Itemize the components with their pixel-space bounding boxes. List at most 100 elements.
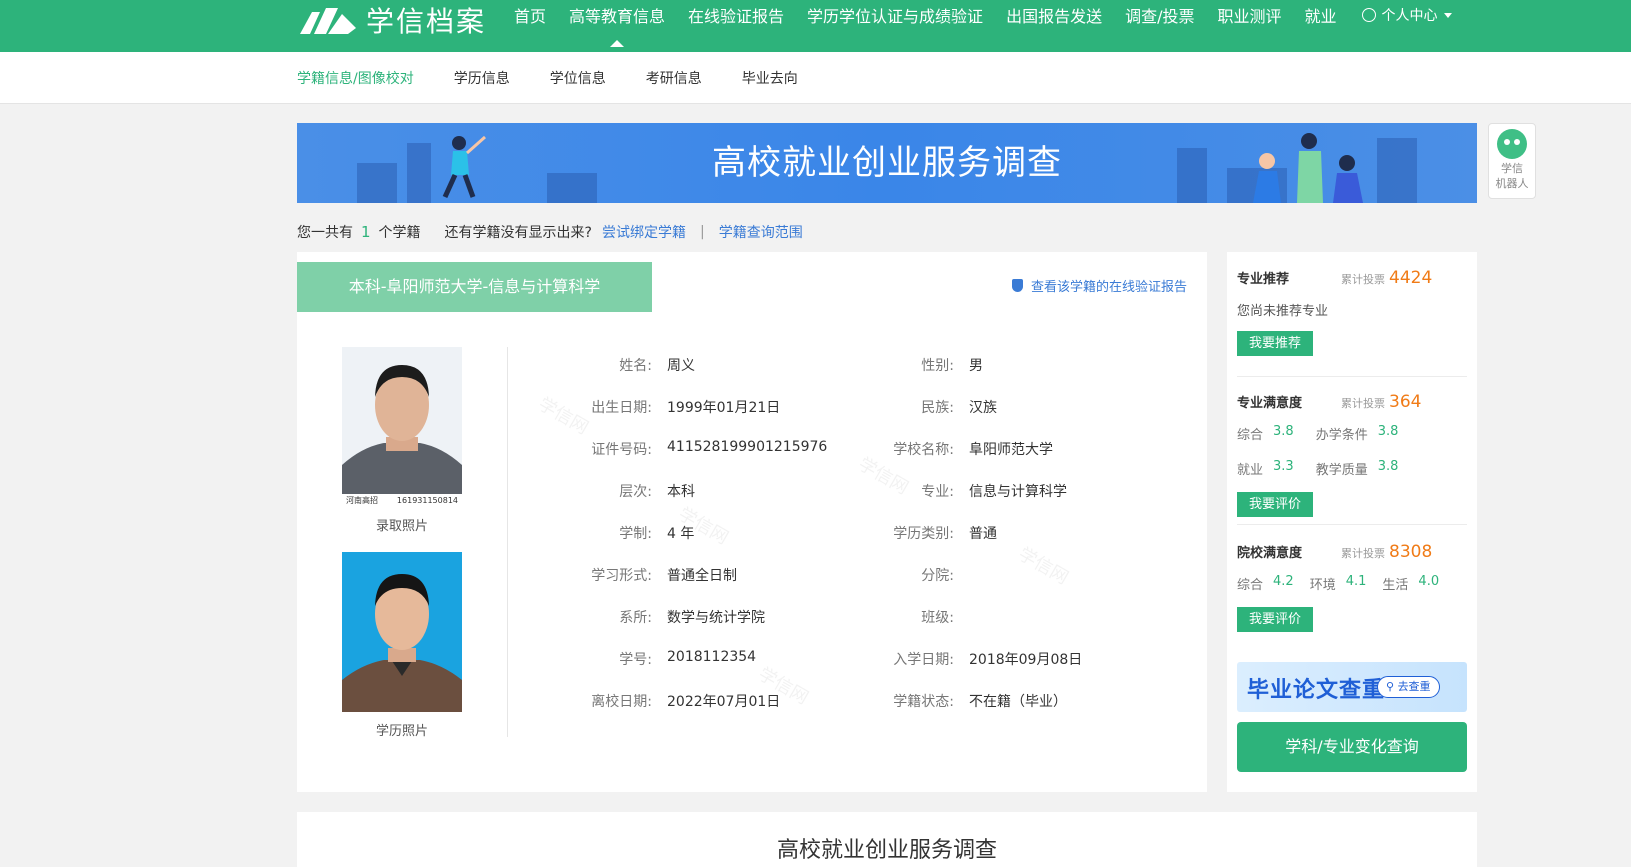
field-value-level: 本科 (667, 484, 695, 500)
link-separator: | (699, 224, 705, 240)
bind-record-link[interactable]: 尝试绑定学籍 (602, 222, 686, 242)
field-value-duration: 4 年 (667, 526, 695, 542)
school-satisfaction-section: 院校满意度 累计投票 8308 综合 4.2 环境 4.1 生活 4.0 我要评… (1237, 542, 1467, 632)
thesis-check-button-label: 去查重 (1397, 680, 1431, 693)
tab-education-info[interactable]: 学历信息 (454, 68, 510, 88)
field-label-level: 层次: (619, 484, 652, 500)
major-recommend-votes-label: 累计投票 (1341, 273, 1385, 286)
field-label-status: 学籍状态: (893, 694, 954, 710)
logo-icon (300, 8, 356, 34)
nav-home[interactable]: 首页 (514, 3, 546, 27)
person-photo-education (342, 552, 462, 712)
major-recommend-votes: 4424 (1389, 268, 1433, 288)
nav-overseas-report[interactable]: 出国报告发送 (1006, 3, 1102, 27)
school-satisfaction-votes-label: 累计投票 (1341, 547, 1385, 560)
survey-banner[interactable]: 高校就业创业服务调查 (297, 123, 1477, 203)
user-center-label: 个人中心 (1381, 8, 1438, 24)
search-icon: ⚲ (1386, 680, 1395, 693)
nav-degree-certification[interactable]: 学历学位认证与成绩验证 (807, 3, 983, 27)
nav-higher-education[interactable]: 高等教育信息 (569, 3, 665, 47)
shield-icon (1011, 279, 1023, 292)
thesis-check-banner[interactable]: 毕业论文查重 ⚲ 去查重 (1237, 662, 1467, 712)
school-tag[interactable]: 本科-阜阳师范大学-信息与计算科学 (297, 262, 652, 312)
top-navbar: 学信档案 首页 高等教育信息 在线验证报告 学历学位认证与成绩验证 出国报告发送… (0, 0, 1631, 52)
logo[interactable]: 学信档案 (298, 0, 486, 40)
rating-name: 综合 (1237, 578, 1264, 593)
school-rating-row: 综合 4.2 环境 4.1 生活 4.0 (1237, 574, 1467, 593)
user-center-menu[interactable]: 个人中心 (1361, 5, 1452, 25)
robot-label-line2: 机器人 (1495, 177, 1529, 190)
watermark: 学信网 (1014, 543, 1072, 589)
robot-icon (1497, 129, 1527, 159)
field-label-name: 姓名: (619, 358, 652, 374)
major-satisfaction-votes-label: 累计投票 (1341, 397, 1385, 410)
field-label-branch: 分院: (921, 568, 954, 584)
nav-employment[interactable]: 就业 (1305, 3, 1337, 27)
field-label-duration: 学制: (619, 526, 652, 542)
field-value-education-category: 普通 (969, 526, 997, 542)
school-satisfaction-title: 院校满意度 (1237, 546, 1303, 561)
missing-record-question: 还有学籍没有显示出来? (444, 225, 592, 241)
nav-survey-vote[interactable]: 调查/投票 (1125, 3, 1194, 27)
field-label-student-number: 学号: (619, 652, 652, 668)
major-rating-row-2: 就业 3.3 教学质量 3.8 (1237, 459, 1467, 478)
field-value-status: 不在籍（毕业） (969, 694, 1067, 710)
survey-card: 高校就业创业服务调查 (297, 812, 1477, 867)
school-satisfaction-votes: 8308 (1389, 542, 1433, 562)
user-icon (1361, 8, 1376, 22)
query-scope-link[interactable]: 学籍查询范围 (719, 222, 803, 242)
rate-major-button[interactable]: 我要评价 (1237, 492, 1314, 517)
tab-degree-info[interactable]: 学位信息 (550, 68, 606, 88)
rating-value: 4.1 (1345, 574, 1367, 589)
photo-id-right: 161931150814 (396, 496, 458, 505)
major-change-query-button[interactable]: 学科/专业变化查询 (1237, 722, 1467, 772)
field-value-study-form: 普通全日制 (667, 568, 737, 584)
sidebar-divider (1237, 524, 1467, 525)
field-value-school-name: 阜阳师范大学 (969, 442, 1053, 458)
admission-photo-id: 河南高招2018 161931150814 (342, 494, 462, 507)
verify-report-link[interactable]: 查看该学籍的在线验证报告 (1011, 276, 1187, 295)
tab-postgrad-exam-info[interactable]: 考研信息 (646, 68, 702, 88)
rating-name: 就业 (1237, 463, 1264, 478)
field-label-education-category: 学历类别: (893, 526, 954, 542)
field-value-department: 数学与统计学院 (667, 610, 765, 626)
count-prefix: 您一共有 (297, 225, 353, 241)
robot-assistant[interactable]: 学信 机器人 (1488, 123, 1536, 199)
major-rating-row-1: 综合 3.8 办学条件 3.8 (1237, 424, 1467, 443)
rate-school-button[interactable]: 我要评价 (1237, 607, 1314, 632)
field-value-major: 信息与计算科学 (969, 484, 1067, 500)
field-label-school-name: 学校名称: (893, 442, 954, 458)
record-count: 1 (361, 223, 371, 241)
tab-enrollment-info[interactable]: 学籍信息/图像校对 (297, 68, 414, 88)
major-satisfaction-section: 专业满意度 累计投票 364 综合 3.8 办学条件 3.8 就业 3.3 教学… (1237, 392, 1467, 517)
survey-card-title: 高校就业创业服务调查 (776, 838, 997, 863)
rating-value: 3.8 (1273, 424, 1294, 439)
field-label-id-number: 证件号码: (591, 442, 652, 458)
major-satisfaction-title: 专业满意度 (1237, 396, 1303, 411)
field-label-department: 系所: (619, 610, 652, 626)
rating-name: 环境 (1309, 578, 1336, 593)
record-count-line: 您一共有 1 个学籍 还有学籍没有显示出来? 尝试绑定学籍 | 学籍查询范围 (297, 222, 803, 242)
person-photo-admission (342, 347, 462, 494)
field-value-leave-date: 2022年07月01日 (667, 694, 781, 710)
field-label-study-form: 学习形式: (591, 568, 652, 584)
major-satisfaction-votes: 364 (1389, 392, 1422, 412)
field-value-ethnicity: 汉族 (969, 400, 997, 416)
field-value-name: 周义 (667, 358, 695, 374)
field-value-birthdate: 1999年01月21日 (667, 400, 781, 416)
recommend-major-button[interactable]: 我要推荐 (1237, 331, 1314, 356)
sidebar: 专业推荐 累计投票 4424 您尚未推荐专业 我要推荐 专业满意度 累计投票 3… (1227, 252, 1477, 792)
nav-career-test[interactable]: 职业测评 (1217, 3, 1281, 27)
field-label-major: 专业: (921, 484, 954, 500)
chevron-down-icon (1443, 12, 1452, 18)
field-label-birthdate: 出生日期: (591, 400, 652, 416)
robot-label-line1: 学信 (1501, 162, 1523, 175)
field-value-id-number: 411528199901215976 (667, 439, 828, 455)
nav-online-verification[interactable]: 在线验证报告 (688, 3, 784, 27)
thesis-check-button[interactable]: ⚲ 去查重 (1377, 676, 1440, 698)
photo-divider (507, 347, 508, 737)
tab-graduation-destination[interactable]: 毕业去向 (742, 68, 798, 88)
field-label-enroll-date: 入学日期: (893, 652, 954, 668)
main-nav: 首页 高等教育信息 在线验证报告 学历学位认证与成绩验证 出国报告发送 调查/投… (514, 0, 1452, 47)
major-recommend-empty: 您尚未推荐专业 (1237, 304, 1329, 319)
